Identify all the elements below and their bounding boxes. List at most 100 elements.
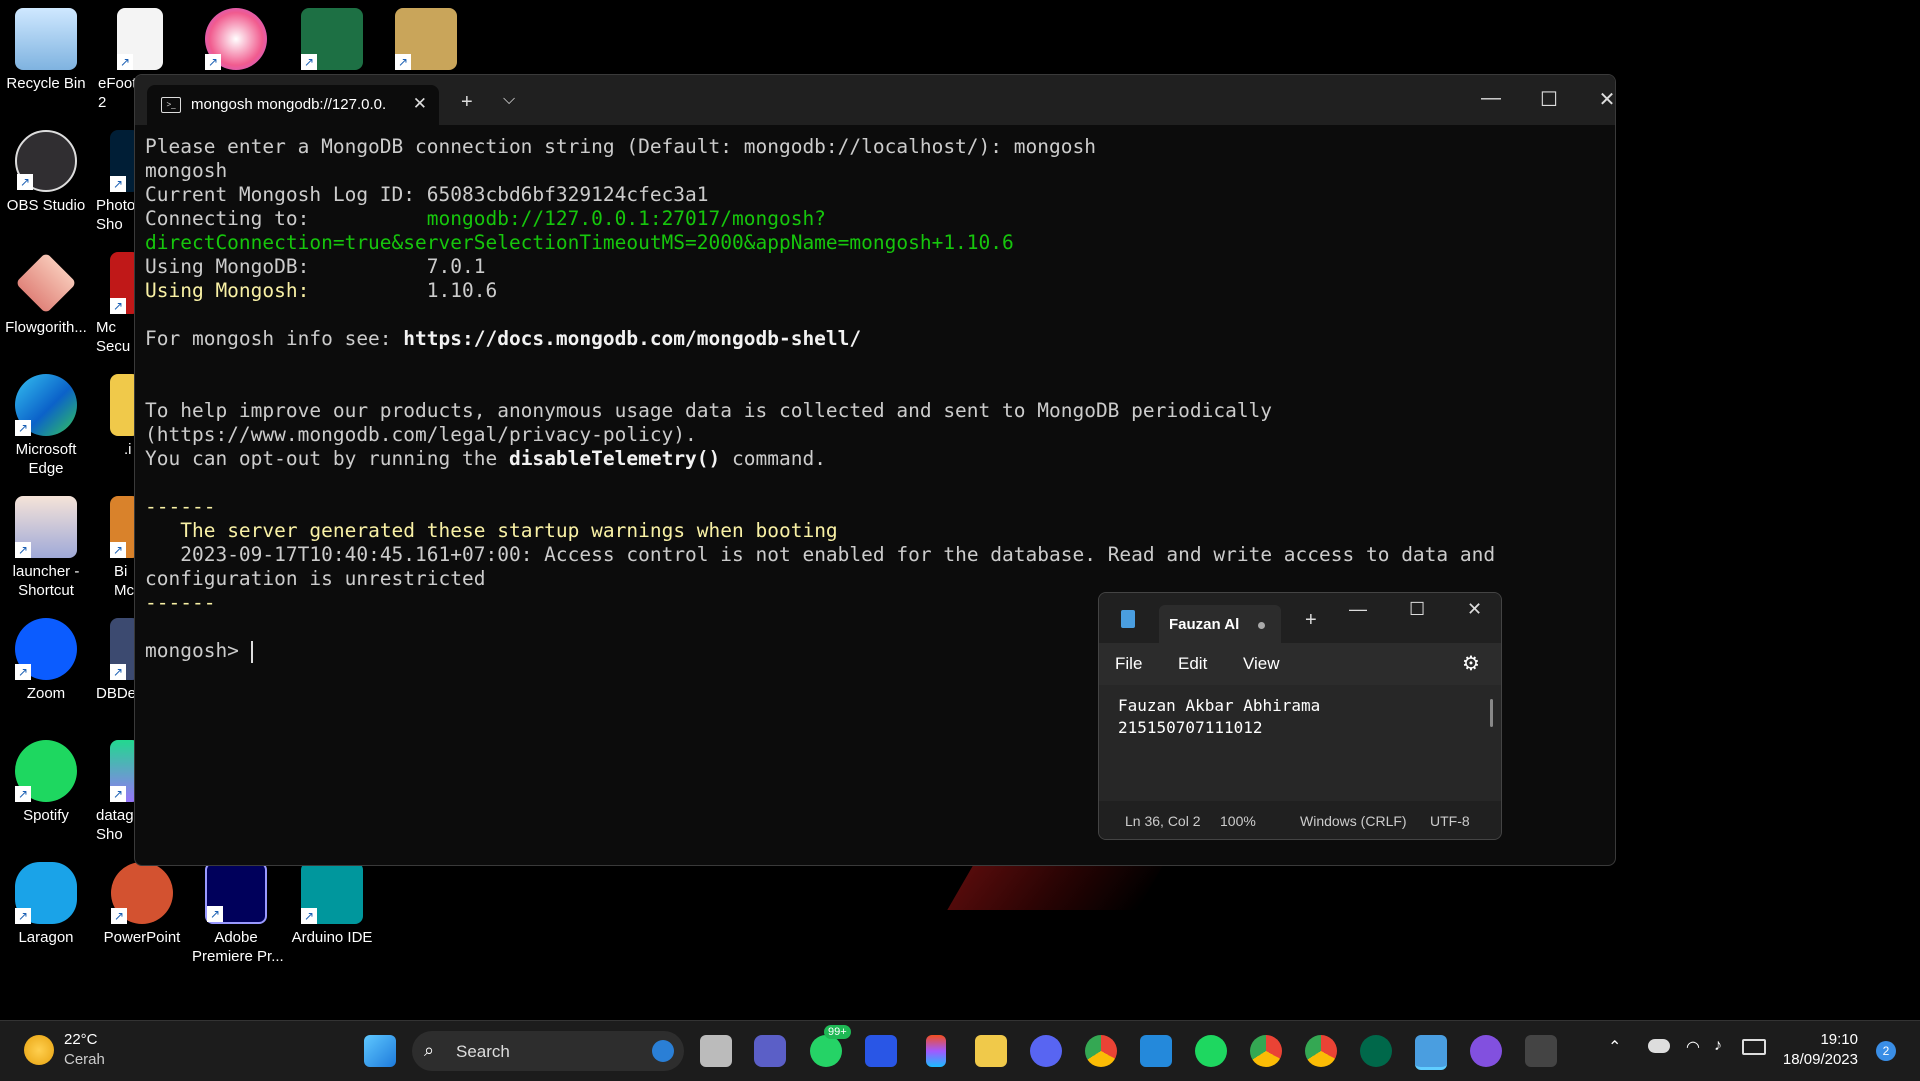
desktop-icon-excel[interactable]: ↗ [288,8,376,74]
clock-time[interactable]: 19:10 [1780,1031,1858,1048]
figma-icon[interactable] [926,1035,946,1067]
task-view-icon[interactable] [700,1035,732,1067]
shortcut-arrow-icon: ↗ [110,786,126,802]
terminal-tab[interactable]: >_ mongosh mongodb://127.0.0. ✕ [147,85,439,125]
notepad-titlebar[interactable]: Fauzan Al + — ☐ ✕ [1099,593,1501,643]
wifi-icon[interactable]: ◠ [1686,1037,1700,1057]
clock-date[interactable]: 18/09/2023 [1780,1051,1858,1068]
desktop-icon-launcher[interactable]: ↗ launcher - Shortcut [2,496,90,600]
separator-line: ------ [145,495,216,518]
launcher-icon: ↗ [15,496,77,558]
desktop-icon-arduino[interactable]: ↗ Arduino IDE [288,862,376,947]
weather-icon[interactable] [24,1035,54,1065]
unsaved-dot-icon [1258,622,1265,629]
terminal-tab-title: mongosh mongodb://127.0.0. [191,96,387,113]
desktop-icon-edge[interactable]: ↗ Microsoft Edge [2,374,90,478]
line-ending: Windows (CRLF) [1300,813,1407,829]
tab-close-icon[interactable]: ✕ [413,94,427,114]
scrollbar[interactable] [1490,699,1493,727]
text-cursor [250,640,253,663]
mongosh-version: 1.10.6 [309,279,498,302]
desktop-icon-powerpoint[interactable]: ↗ PowerPoint [98,862,186,947]
discord-icon[interactable] [1030,1035,1062,1067]
shortcut-arrow-icon: ↗ [117,54,133,70]
notepad-statusbar: Ln 36, Col 2 100% Windows (CRLF) UTF-8 [1099,801,1501,839]
desktop-icon-laragon[interactable]: ↗ Laragon [2,862,90,947]
whatsapp-icon[interactable]: 99+ [810,1025,851,1067]
cursor-position: Ln 36, Col 2 [1125,813,1201,829]
desktop-icon-folder[interactable]: .i [96,374,140,459]
file-explorer-icon[interactable] [975,1035,1007,1067]
weather-temp[interactable]: 22°C [64,1031,98,1048]
close-button[interactable]: ✕ [1587,87,1615,112]
desktop-icon-mcafee[interactable]: ↗ Mc Secu [96,252,140,356]
text-line-2: 215150707111012 [1118,718,1263,737]
menu-view[interactable]: View [1243,654,1280,674]
tab-dropdown-button[interactable]: ⌵ [503,91,515,109]
settings-gear-icon[interactable]: ⚙ [1462,651,1480,676]
chrome-profile-icon[interactable] [1250,1035,1282,1067]
search-icon: ⌕ [424,1040,435,1060]
chevron-up-icon[interactable]: ⌃ [1608,1037,1621,1057]
onedrive-icon[interactable] [1648,1039,1670,1053]
terminal-line: Connecting to: mongodb://127.0.0.1:27017… [145,207,1595,255]
terminal-line: To help improve our products, anonymous … [145,399,1284,446]
shortcut-arrow-icon: ↗ [15,908,31,924]
notepad-taskbar-icon[interactable] [1415,1035,1447,1070]
desktop-icon-flowgorithm[interactable]: Flowgorith... [2,252,90,337]
terminal-line: Please enter a MongoDB connection string… [145,135,1096,158]
notepad-maximize-button[interactable]: ☐ [1409,599,1425,620]
search-box[interactable]: ⌕ Search [412,1031,684,1071]
weather-desc[interactable]: Cerah [64,1051,105,1068]
desktop-icon-network-tool[interactable]: ↗ [382,8,470,74]
shortcut-arrow-icon: ↗ [110,298,126,314]
desktop-icon-photoshop[interactable]: ↗ Photo Sho [96,130,140,234]
terminal-line: Using Mongosh: 1.10.6 [145,279,1595,303]
desktop-icon-dbdesigner[interactable]: ↗ DBDe [96,618,140,703]
encoding: UTF-8 [1430,813,1470,829]
notification-badge[interactable]: 2 [1876,1041,1896,1061]
menu-file[interactable]: File [1115,654,1142,674]
desktop-icon-premiere[interactable]: ↗ Adobe Premiere Pr... [192,862,284,966]
terminal-titlebar[interactable]: >_ mongosh mongodb://127.0.0. ✕ + ⌵ — ☐ … [135,75,1615,125]
notepad-tab[interactable]: Fauzan Al [1159,605,1281,643]
desktop-icon-spotify[interactable]: ↗ Spotify [2,740,90,825]
spotify-taskbar-icon[interactable] [1195,1035,1227,1067]
terminal-line: You can opt-out by running the disableTe… [145,447,1595,471]
info-prefix: For mongosh info see: [145,327,404,350]
warning-body: 2023-09-17T10:40:45.161+07:00: Access co… [145,543,1507,590]
docs-link[interactable]: https://docs.mongodb.com/mongodb-shell/ [403,327,861,350]
optout-suffix: command. [720,447,826,470]
telemetry-command: disableTelemetry() [508,447,721,470]
desktop-icon-itunes[interactable]: ↗ [192,8,280,74]
terminal-output[interactable]: Please enter a MongoDB connection string… [145,135,1595,663]
itunes-icon: ↗ [205,8,267,70]
notepad-text-area[interactable]: Fauzan Akbar Abhirama 215150707111012 [1099,685,1501,795]
desktop-icon-zoom[interactable]: ↗ Zoom [2,618,90,703]
teams-chat-icon[interactable] [754,1035,786,1067]
notepad-close-button[interactable]: ✕ [1467,599,1482,620]
new-tab-button[interactable]: + [461,91,473,114]
start-windows-icon[interactable] [364,1035,396,1067]
notepad-minimize-button[interactable]: — [1349,599,1367,620]
menu-edit[interactable]: Edit [1178,654,1207,674]
battery-icon[interactable] [1742,1039,1766,1055]
mongodb-compass-icon[interactable] [1360,1035,1392,1067]
mongosh-version-label: Using Mongosh: [145,279,310,302]
chrome-icon[interactable] [1085,1035,1117,1067]
app-icon[interactable] [865,1035,897,1067]
volume-icon[interactable]: ♪ [1714,1037,1722,1055]
notepad-new-tab-button[interactable]: + [1305,609,1317,632]
chrome-profile-2-icon[interactable] [1305,1035,1337,1067]
maximize-button[interactable]: ☐ [1529,87,1569,112]
desktop-icon-obs[interactable]: ↗ OBS Studio [2,130,90,215]
terminal-taskbar-icon[interactable] [1525,1035,1557,1067]
terminal-icon: >_ [161,97,181,113]
desktop-icon-recycle-bin[interactable]: Recycle Bin [2,8,90,93]
shortcut-arrow-icon: ↗ [110,176,126,192]
minimize-button[interactable]: — [1471,87,1511,110]
github-desktop-icon[interactable] [1470,1035,1502,1067]
vscode-icon[interactable] [1140,1035,1172,1067]
desktop-icon-bi[interactable]: ↗ Bi Mc [96,496,140,600]
desktop-icon-datagrip[interactable]: ↗ datag Sho [96,740,140,844]
